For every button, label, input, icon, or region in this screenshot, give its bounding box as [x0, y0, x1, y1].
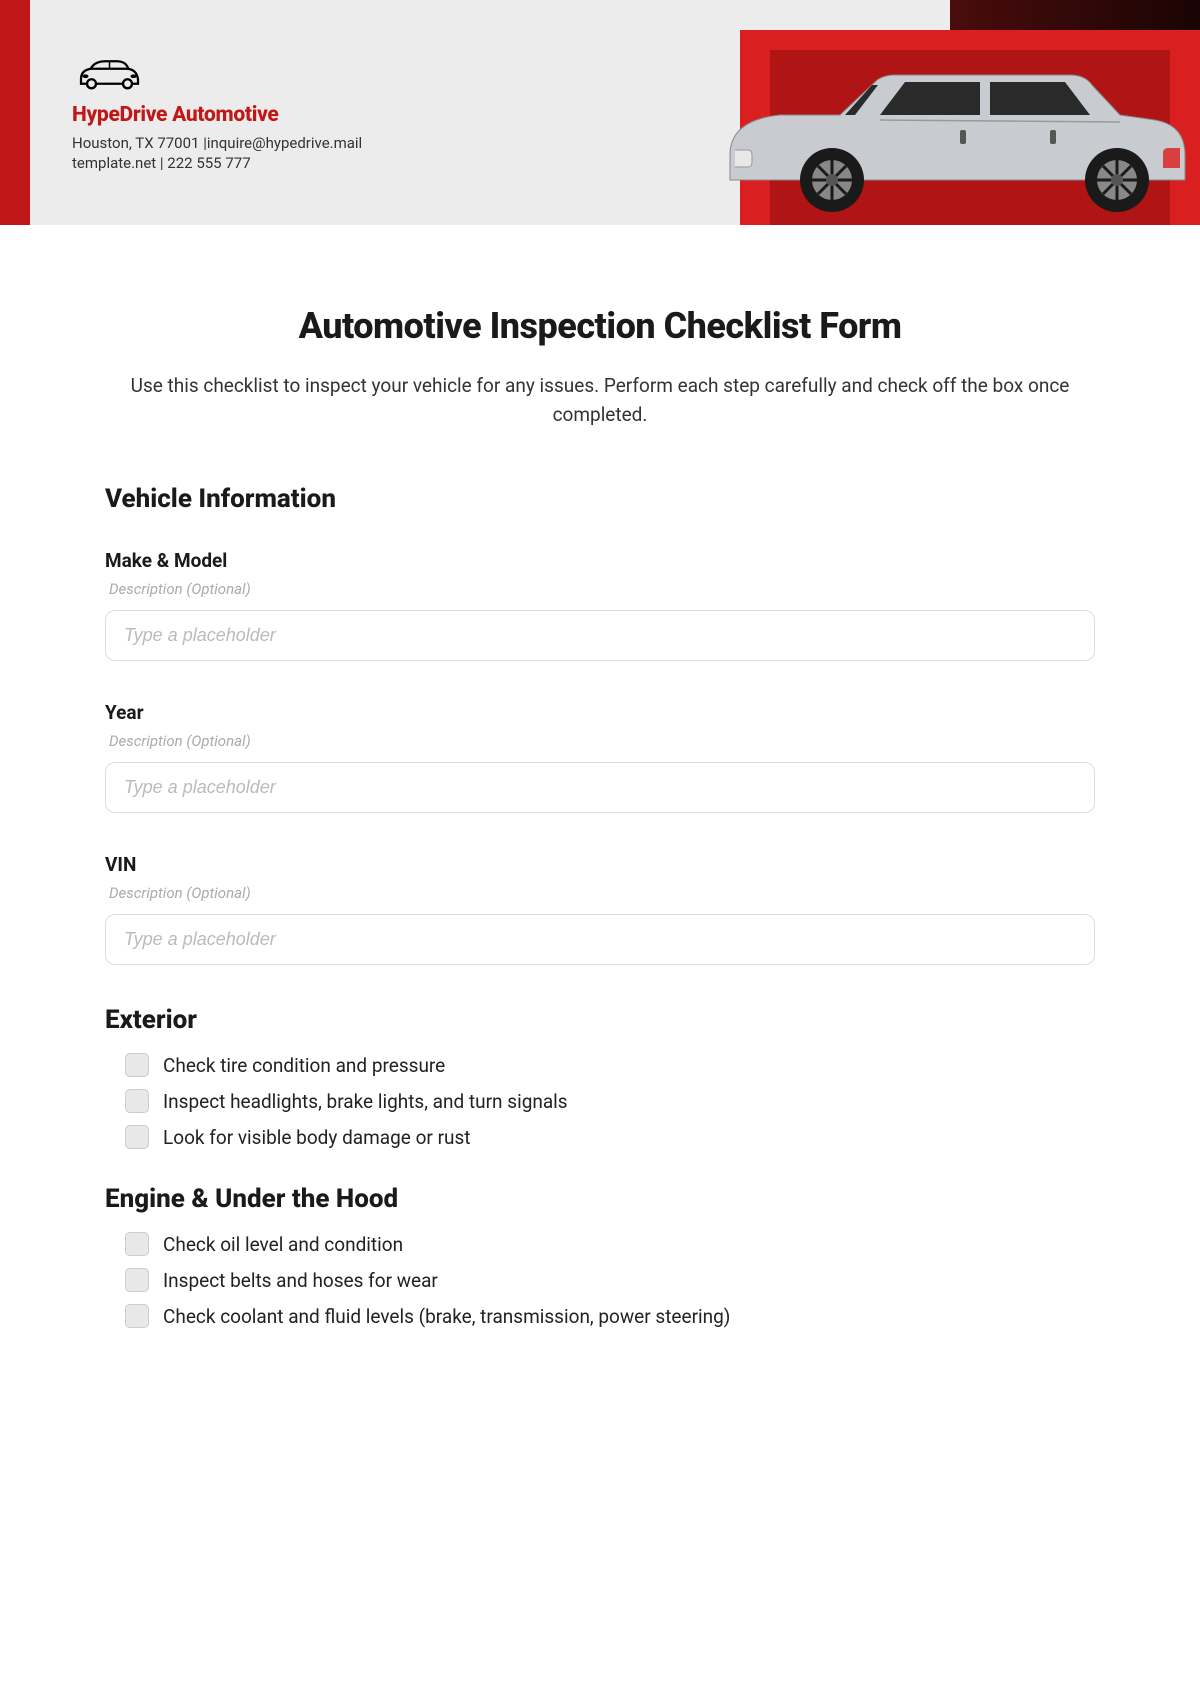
- list-item: Look for visible body damage or rust: [125, 1125, 1095, 1149]
- field-label: Make & Model: [105, 549, 1095, 572]
- company-address: Houston, TX 77001 |inquire@hypedrive.mai…: [72, 133, 362, 174]
- year-input[interactable]: [105, 762, 1095, 813]
- address-line-2: template.net | 222 555 777: [72, 153, 362, 173]
- check-label: Inspect headlights, brake lights, and tu…: [163, 1090, 568, 1113]
- list-item: Check oil level and condition: [125, 1232, 1095, 1256]
- list-item: Check tire condition and pressure: [125, 1053, 1095, 1077]
- check-label: Check tire condition and pressure: [163, 1054, 445, 1077]
- checkbox[interactable]: [125, 1125, 149, 1149]
- field-vin: VIN Description (Optional): [105, 853, 1095, 965]
- field-make-model: Make & Model Description (Optional): [105, 549, 1095, 661]
- list-item: Inspect belts and hoses for wear: [125, 1268, 1095, 1292]
- suv-illustration-icon: [700, 60, 1200, 225]
- field-description: Description (Optional): [105, 884, 1095, 902]
- checkbox[interactable]: [125, 1232, 149, 1256]
- field-label: VIN: [105, 853, 1095, 876]
- checkbox[interactable]: [125, 1268, 149, 1292]
- checkbox[interactable]: [125, 1304, 149, 1328]
- page-title: Automotive Inspection Checklist Form: [105, 305, 1095, 347]
- content: Automotive Inspection Checklist Form Use…: [0, 225, 1200, 1403]
- vin-input[interactable]: [105, 914, 1095, 965]
- check-label: Inspect belts and hoses for wear: [163, 1269, 438, 1292]
- field-description: Description (Optional): [105, 732, 1095, 750]
- check-label: Check coolant and fluid levels (brake, t…: [163, 1305, 730, 1328]
- list-item: Check coolant and fluid levels (brake, t…: [125, 1304, 1095, 1328]
- field-description: Description (Optional): [105, 580, 1095, 598]
- list-item: Inspect headlights, brake lights, and tu…: [125, 1089, 1095, 1113]
- section-exterior-heading: Exterior: [105, 1005, 1095, 1035]
- engine-checklist: Check oil level and condition Inspect be…: [105, 1232, 1095, 1328]
- header-accent-bar: [0, 0, 30, 225]
- check-label: Look for visible body damage or rust: [163, 1126, 471, 1149]
- field-label: Year: [105, 701, 1095, 724]
- checkbox[interactable]: [125, 1089, 149, 1113]
- company-block: HypeDrive Automotive Houston, TX 77001 |…: [72, 55, 362, 174]
- section-vehicle-info-heading: Vehicle Information: [105, 484, 1095, 514]
- make-model-input[interactable]: [105, 610, 1095, 661]
- address-line-1: Houston, TX 77001 |inquire@hypedrive.mai…: [72, 133, 362, 153]
- page-subtitle: Use this checklist to inspect your vehic…: [105, 372, 1095, 429]
- check-label: Check oil level and condition: [163, 1233, 403, 1256]
- car-logo-icon: [72, 55, 147, 93]
- field-year: Year Description (Optional): [105, 701, 1095, 813]
- checkbox[interactable]: [125, 1053, 149, 1077]
- section-engine-heading: Engine & Under the Hood: [105, 1184, 1095, 1214]
- header: HypeDrive Automotive Houston, TX 77001 |…: [0, 0, 1200, 225]
- header-graphic: [700, 0, 1200, 225]
- company-name: HypeDrive Automotive: [72, 103, 362, 127]
- exterior-checklist: Check tire condition and pressure Inspec…: [105, 1053, 1095, 1149]
